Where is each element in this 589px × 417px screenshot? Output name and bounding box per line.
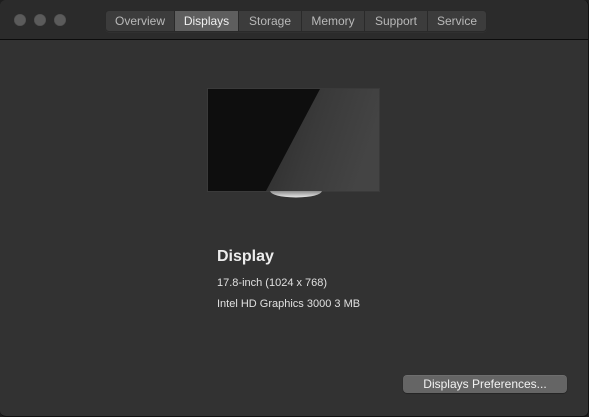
minimize-icon[interactable] — [34, 14, 46, 26]
tab-memory[interactable]: Memory — [302, 11, 365, 31]
about-this-mac-window: Overview Displays Storage Memory Support… — [0, 0, 589, 417]
title-bar: Overview Displays Storage Memory Support… — [0, 0, 588, 40]
tab-support[interactable]: Support — [365, 11, 428, 31]
display-size-resolution: 17.8-inch (1024 x 768) — [217, 277, 328, 289]
tab-bar: Overview Displays Storage Memory Support… — [105, 10, 487, 32]
close-icon[interactable] — [14, 14, 26, 26]
zoom-icon[interactable] — [54, 14, 66, 26]
tab-service[interactable]: Service — [428, 11, 486, 31]
tab-displays[interactable]: Displays — [175, 11, 239, 31]
graphics-info: Intel HD Graphics 3000 3 MB — [217, 298, 361, 310]
tab-overview[interactable]: Overview — [106, 11, 175, 31]
display-title: Display — [217, 248, 274, 265]
displays-preferences-button[interactable]: Displays Preferences... — [403, 375, 567, 393]
display-monitor-icon — [207, 88, 380, 192]
tab-storage[interactable]: Storage — [239, 11, 302, 31]
monitor-stand-icon — [270, 191, 322, 198]
